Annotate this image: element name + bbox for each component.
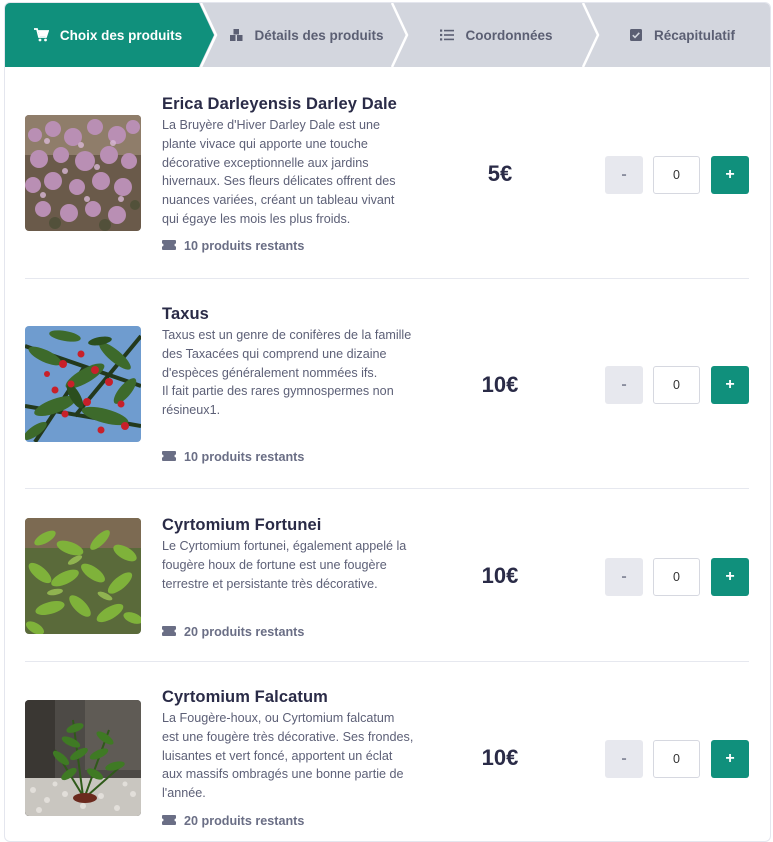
increase-quantity-button[interactable]: +: [711, 366, 749, 404]
product-item: Taxus Taxus est un genre de conifères de…: [25, 301, 749, 466]
step-product-choice[interactable]: Choix des produits: [5, 3, 211, 67]
product-description: Le Cyrtomium fortunei, également appelé …: [162, 539, 407, 591]
step-label: Choix des produits: [59, 27, 183, 43]
product-image-erica: [25, 115, 141, 231]
product-item: Erica Darleyensis Darley Dale La Bruyère…: [25, 91, 749, 253]
product-stock: 20 produits restants: [162, 814, 304, 828]
product-item: Cyrtomium Fortunei Le Cyrtomium fortunei…: [25, 513, 749, 653]
product-price: 10€: [481, 745, 519, 770]
cart-icon: [34, 27, 50, 43]
product-description: La Bruyère d'Hiver Darley Dale est une p…: [162, 118, 396, 226]
stock-label: 20 produits restants: [184, 814, 305, 828]
ticket-icon: [162, 625, 176, 639]
increase-quantity-button[interactable]: +: [711, 558, 749, 596]
product-item: Cyrtomium Falcatum La Fougère-houx, ou C…: [25, 685, 749, 835]
step-contact-details[interactable]: Coordonnées: [401, 3, 591, 67]
divider: [25, 488, 749, 489]
step-label: Détails des produits: [254, 27, 384, 43]
product-name: Cyrtomium Falcatum: [162, 688, 328, 706]
step-product-details[interactable]: Détails des produits: [211, 3, 401, 67]
product-name: Taxus: [162, 305, 209, 323]
step-label: Récapitulatif: [653, 27, 735, 43]
product-stock: 20 produits restants: [162, 625, 304, 639]
ticket-icon: [162, 814, 176, 828]
product-image-taxus: [25, 326, 141, 442]
divider: [25, 278, 749, 279]
ticket-icon: [162, 450, 176, 464]
ticket-icon: [162, 239, 176, 253]
product-price: 5€: [487, 161, 513, 186]
stock-label: 20 produits restants: [184, 625, 305, 639]
product-price: 10€: [481, 563, 519, 588]
list-icon: [439, 27, 455, 43]
increase-quantity-button[interactable]: +: [711, 740, 749, 778]
checkout-stepper: Choix des produits Détails des produits …: [5, 3, 770, 67]
boxes-icon: [228, 27, 244, 43]
stock-label: 10 produits restants: [184, 450, 305, 464]
decrease-quantity-button[interactable]: -: [605, 366, 643, 404]
step-summary[interactable]: Récapitulatif: [591, 3, 770, 67]
quantity-input[interactable]: [653, 740, 700, 778]
decrease-quantity-button[interactable]: -: [605, 558, 643, 596]
product-description: Taxus est un genre de conifères de la fa…: [162, 328, 412, 418]
quantity-input[interactable]: [653, 558, 700, 596]
decrease-quantity-button[interactable]: -: [605, 740, 643, 778]
product-name: Erica Darleyensis Darley Dale: [162, 95, 397, 113]
product-image-cyrtomium-falcatum: [25, 700, 141, 816]
increase-quantity-button[interactable]: +: [711, 156, 749, 194]
quantity-input[interactable]: [653, 156, 700, 194]
step-label: Coordonnées: [465, 27, 553, 43]
product-stock: 10 produits restants: [162, 239, 304, 253]
divider: [25, 661, 749, 662]
order-form: Choix des produits Détails des produits …: [4, 2, 771, 842]
decrease-quantity-button[interactable]: -: [605, 156, 643, 194]
product-price: 10€: [481, 372, 519, 397]
product-image-cyrtomium-fortunei: [25, 518, 141, 634]
product-name: Cyrtomium Fortunei: [162, 516, 322, 534]
product-stock: 10 produits restants: [162, 450, 304, 464]
quantity-input[interactable]: [653, 366, 700, 404]
stock-label: 10 produits restants: [184, 239, 305, 253]
product-description: La Fougère-houx, ou Cyrtomium falcatum e…: [162, 711, 414, 801]
checkbox-icon: [628, 27, 644, 43]
